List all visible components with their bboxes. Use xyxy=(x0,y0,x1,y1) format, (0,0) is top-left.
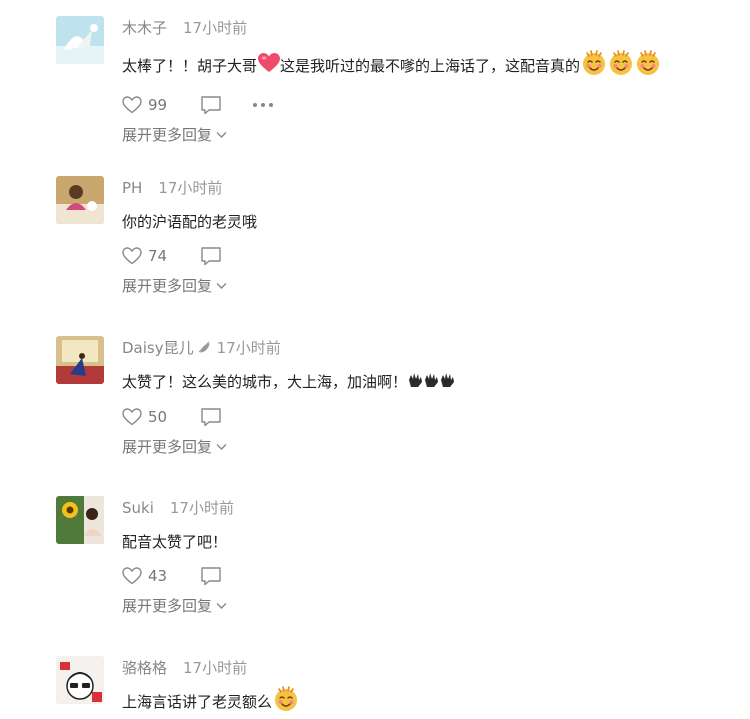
chevron-down-icon xyxy=(216,283,227,289)
like-button[interactable]: 74 xyxy=(122,247,200,265)
expand-replies-label: 展开更多回复 xyxy=(122,277,213,295)
comment-text: 上海言话讲了老灵额么 xyxy=(122,686,742,719)
avatar[interactable] xyxy=(56,656,104,704)
comment-text: 太棒了！！胡子大哥 这是我听过的最不嗲的上海话了，这配音真的 xyxy=(122,50,742,83)
comment-bubble-icon xyxy=(201,247,221,266)
username[interactable]: 木木子 xyxy=(122,19,167,37)
chevron-down-icon xyxy=(216,132,227,138)
comment-list: 木木子 17小时前 太棒了！！胡子大哥 这是我听过的最不嗲的上海话了，这配音真的 9… xyxy=(0,0,750,716)
comment-text: 太赞了！这么美的城市，大上海，加油啊！ xyxy=(122,370,742,395)
heart-emoji-icon xyxy=(258,53,281,80)
comment-text-part: 上海言话讲了老灵额么 xyxy=(122,693,273,711)
timestamp: 17小时前 xyxy=(169,499,234,517)
more-options-button[interactable] xyxy=(250,94,276,116)
username[interactable]: Daisy昆儿 xyxy=(122,339,194,357)
expand-replies-button[interactable]: 展开更多回复 xyxy=(122,594,227,618)
verified-badge-icon xyxy=(197,337,211,361)
username[interactable]: Suki xyxy=(122,499,154,517)
like-count: 74 xyxy=(148,247,168,265)
like-button[interactable]: 43 xyxy=(122,567,200,585)
clap-emoji-icon xyxy=(408,371,423,395)
heart-outline-icon xyxy=(122,407,142,425)
comment-bubble-icon xyxy=(201,96,221,115)
avatar[interactable] xyxy=(56,176,104,224)
blush-grin-emoji-icon xyxy=(608,50,634,83)
expand-replies-button[interactable]: 展开更多回复 xyxy=(122,123,227,147)
clap-emoji-icon xyxy=(424,371,439,395)
like-count: 50 xyxy=(148,407,168,426)
blush-grin-emoji-icon xyxy=(581,50,607,83)
heart-outline-icon xyxy=(122,96,142,114)
like-count: 99 xyxy=(148,96,168,114)
comment-bubble-icon xyxy=(201,567,221,586)
expand-replies-label: 展开更多回复 xyxy=(122,437,213,456)
username[interactable]: PH xyxy=(122,179,142,197)
comment-text-part: 这是我听过的最不嗲的上海话了，这配音真的 xyxy=(280,57,581,75)
comment-text-part: 太赞了！这么美的城市，大上海，加油啊！ xyxy=(122,373,408,391)
blush-grin-emoji-icon xyxy=(635,50,661,83)
expand-replies-label: 展开更多回复 xyxy=(122,126,213,144)
expand-replies-button[interactable]: 展开更多回复 xyxy=(122,435,227,459)
chevron-down-icon xyxy=(216,603,227,609)
avatar[interactable] xyxy=(56,496,104,544)
like-button[interactable]: 50 xyxy=(122,408,200,426)
avatar[interactable] xyxy=(56,336,104,384)
avatar[interactable] xyxy=(56,16,104,64)
clap-emoji-icon xyxy=(440,371,455,395)
comment-bubble-icon xyxy=(201,407,221,426)
reply-button[interactable] xyxy=(200,94,250,116)
reply-button[interactable] xyxy=(200,565,250,587)
timestamp: 17小时前 xyxy=(158,179,223,197)
more-dots-icon xyxy=(253,103,273,107)
like-button[interactable]: 99 xyxy=(122,96,200,114)
reply-button[interactable] xyxy=(200,245,250,267)
comment-text: 你的沪语配的老灵哦 xyxy=(122,213,258,231)
blush-grin-emoji-icon xyxy=(273,686,299,719)
expand-replies-label: 展开更多回复 xyxy=(122,597,213,615)
expand-replies-button[interactable]: 展开更多回复 xyxy=(122,274,227,298)
chevron-down-icon xyxy=(216,443,227,450)
comment-text: 配音太赞了吧！ xyxy=(122,533,228,551)
username[interactable]: 骆格格 xyxy=(122,659,167,677)
heart-outline-icon xyxy=(122,567,142,585)
heart-outline-icon xyxy=(122,247,142,265)
timestamp: 17小时前 xyxy=(183,19,248,37)
reply-button[interactable] xyxy=(200,406,250,428)
timestamp: 17小时前 xyxy=(216,339,281,357)
like-count: 43 xyxy=(148,567,168,585)
comment-text-part: 太棒了！！胡子大哥 xyxy=(122,57,258,75)
timestamp: 17小时前 xyxy=(183,659,248,677)
